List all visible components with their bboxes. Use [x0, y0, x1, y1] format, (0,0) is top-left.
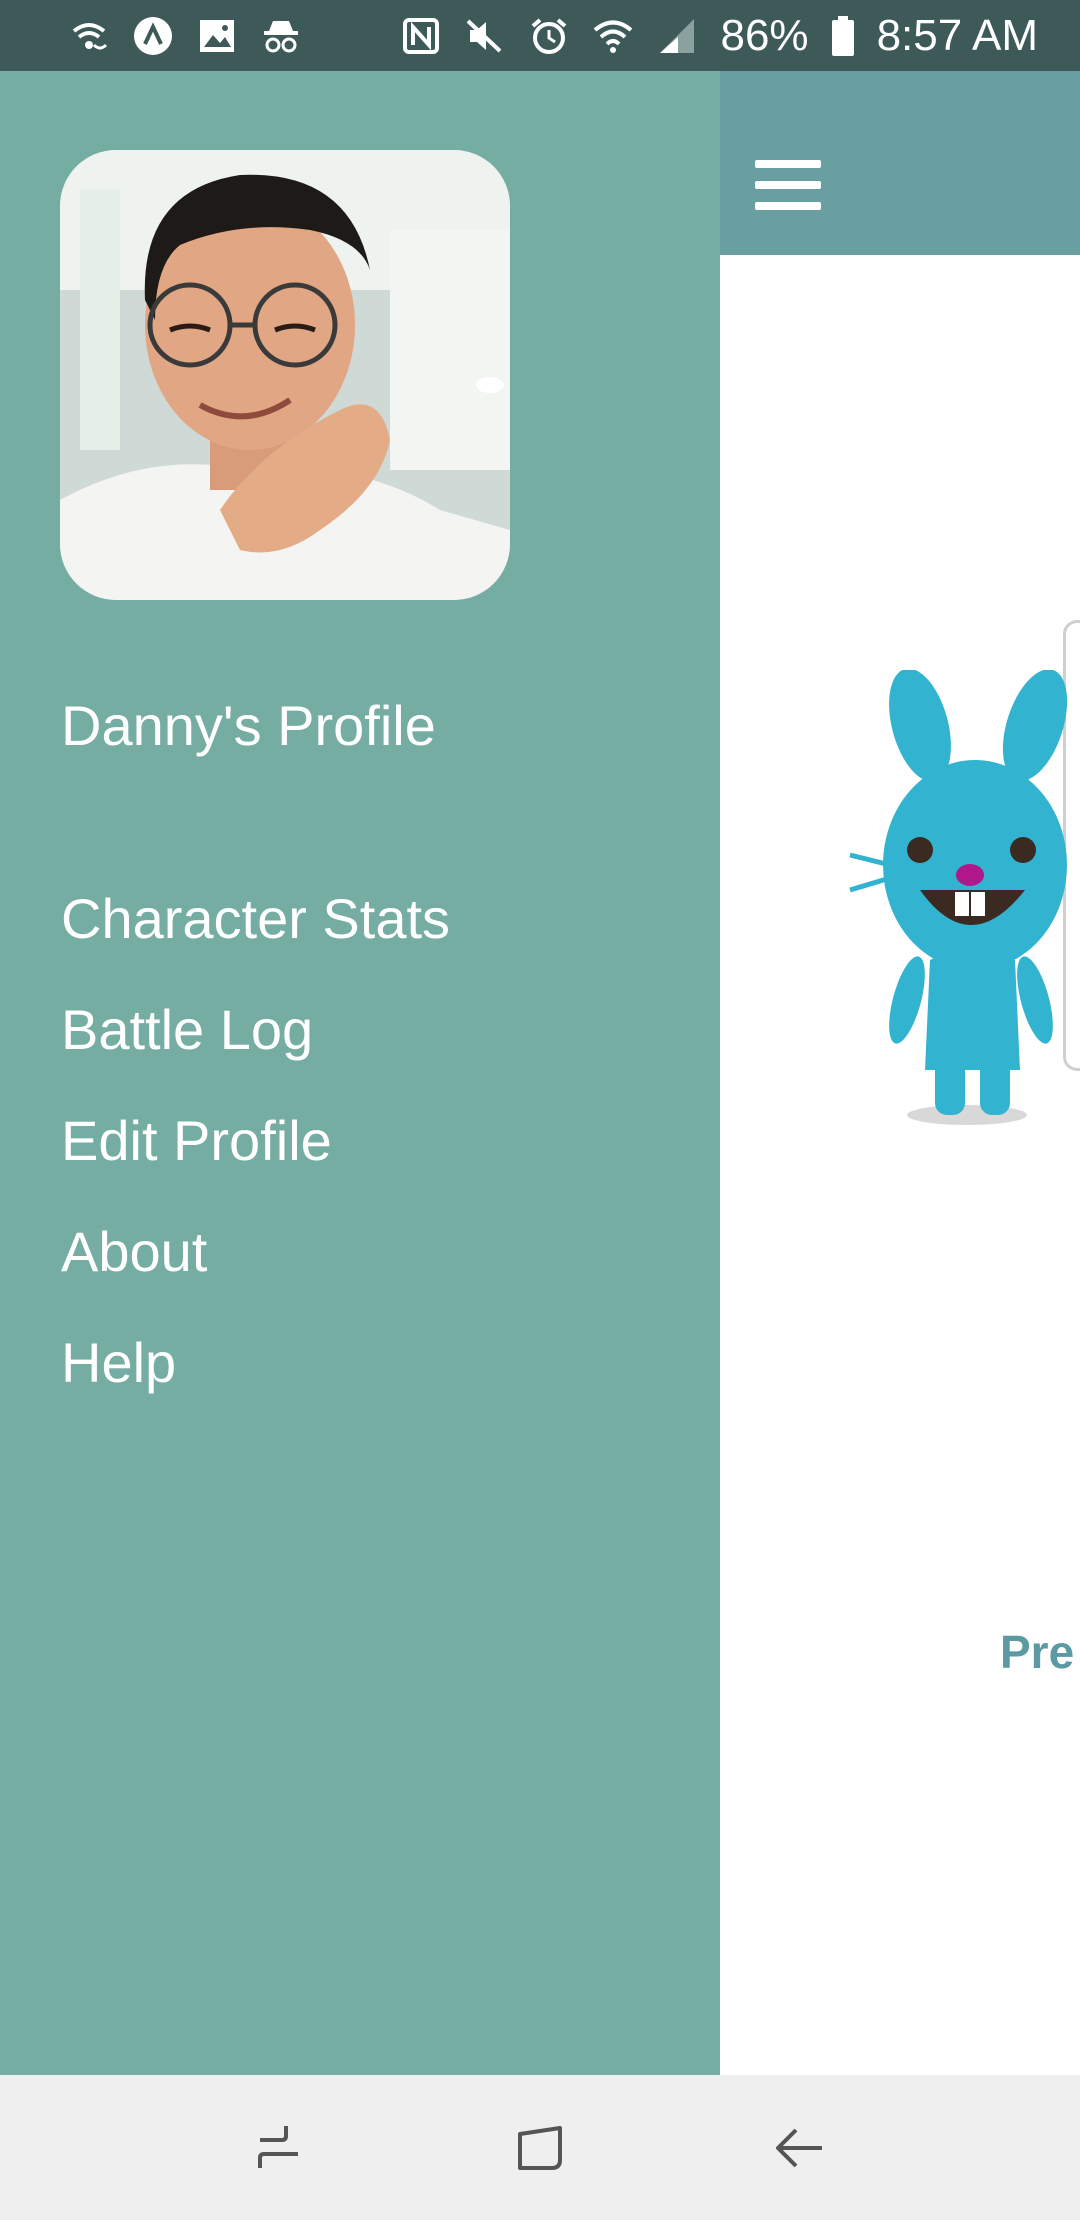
- alarm-icon: [528, 15, 570, 57]
- battery-percentage: 86%: [720, 10, 809, 60]
- nfc-icon: [400, 15, 442, 57]
- drawer-item-edit-profile[interactable]: Edit Profile: [61, 1111, 681, 1222]
- drawer-item-help[interactable]: Help: [61, 1333, 681, 1444]
- arrow-up-badge-icon: [132, 15, 174, 57]
- image-icon: [196, 15, 238, 57]
- drawer-item-battle-log[interactable]: Battle Log: [61, 1000, 681, 1111]
- profile-title: Danny's Profile: [61, 694, 436, 757]
- signal-icon: [656, 15, 698, 57]
- home-icon[interactable]: [505, 2113, 575, 2183]
- clock: 8:57 AM: [876, 10, 1038, 60]
- system-navigation-bar: [0, 2075, 1080, 2220]
- bunny-character-image: [845, 670, 1080, 1125]
- recent-apps-icon[interactable]: [245, 2113, 315, 2183]
- drawer-item-about[interactable]: About: [61, 1222, 681, 1333]
- status-bar: 86% 8:57 AM: [0, 0, 1080, 71]
- screen: Pre Danny's Profile Character Stats Batt…: [0, 0, 1080, 2220]
- wifi-icon: [592, 15, 634, 57]
- status-left-icons: [68, 15, 302, 57]
- status-right-icons: 86% 8:57 AM: [400, 11, 1038, 61]
- navigation-drawer: Danny's Profile Character Stats Battle L…: [0, 71, 720, 2075]
- battery-icon: [831, 15, 855, 57]
- mute-icon: [464, 15, 506, 57]
- wifi-call-icon: [68, 15, 110, 57]
- avatar[interactable]: [60, 150, 510, 600]
- drawer-menu: Character Stats Battle Log Edit Profile …: [61, 889, 681, 1444]
- back-icon[interactable]: [765, 2113, 835, 2183]
- drawer-item-character-stats[interactable]: Character Stats: [61, 889, 681, 1000]
- hamburger-menu-icon[interactable]: [755, 160, 821, 210]
- incognito-icon: [260, 15, 302, 57]
- partial-background-text: Pre: [1000, 1626, 1075, 1678]
